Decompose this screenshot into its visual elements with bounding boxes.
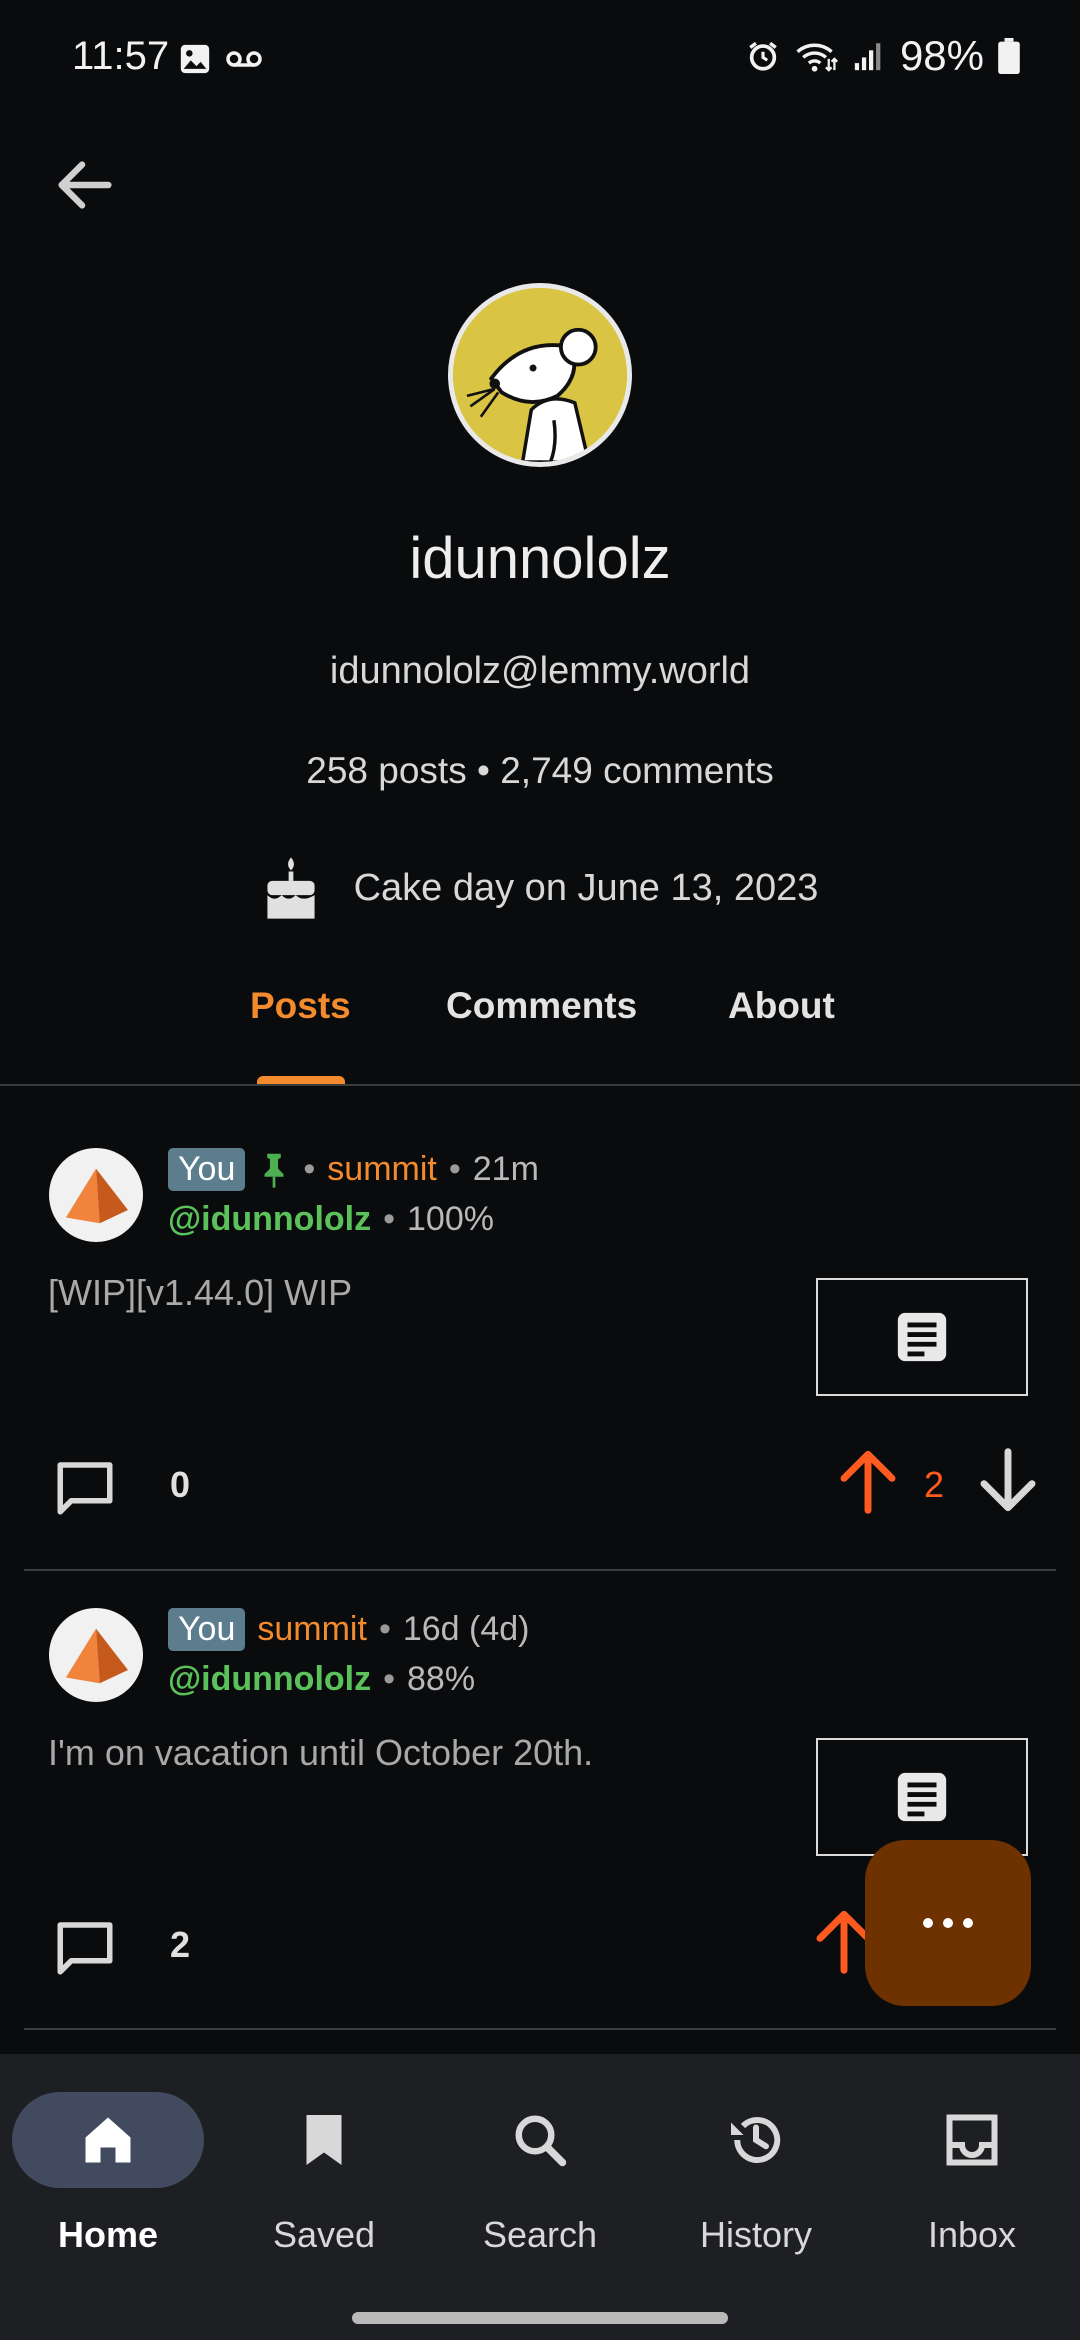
wifi-icon	[796, 43, 838, 72]
post-author-line: @idunnololz • 88%	[168, 1660, 476, 1699]
status-right: 98%	[746, 32, 1020, 80]
post-title[interactable]: I'm on vacation until October 20th.	[48, 1732, 593, 1774]
upvote-ratio: 100%	[407, 1200, 494, 1238]
avatar[interactable]	[448, 283, 632, 467]
nav-inbox[interactable]: Inbox	[864, 2054, 1080, 2274]
post-card[interactable]: You • summit • 21m @idunnololz • 100% [W…	[0, 1086, 1080, 1570]
cake-icon	[267, 857, 315, 919]
nav-history[interactable]: History	[648, 2054, 864, 2274]
upvote-icon[interactable]	[836, 1446, 900, 1516]
downvote-icon[interactable]	[976, 1446, 1040, 1516]
text-post-icon	[897, 1772, 947, 1822]
nav-label: Saved	[272, 2214, 376, 2255]
pyramid-icon	[65, 1168, 128, 1224]
post-age: 21m	[472, 1150, 539, 1188]
comment-icon[interactable]	[52, 1914, 118, 1980]
comment-icon[interactable]	[52, 1454, 118, 1520]
post-score: 2	[924, 1464, 945, 1505]
tab-about[interactable]: About	[728, 985, 835, 1027]
nav-label: History	[699, 2214, 812, 2255]
battery-percent: 98%	[899, 32, 984, 79]
voicemail-icon	[226, 51, 262, 67]
cake-day-row: Cake day on June 13, 2023	[0, 855, 1080, 921]
more-horizontal-icon	[923, 1918, 973, 1928]
nav-label: Search	[482, 2214, 598, 2255]
back-arrow-icon[interactable]	[50, 150, 120, 220]
tab-comments[interactable]: Comments	[446, 985, 637, 1027]
upvote-ratio: 88%	[407, 1660, 476, 1698]
battery-icon	[998, 38, 1020, 74]
gesture-home-indicator[interactable]	[352, 2312, 728, 2324]
nav-saved[interactable]: Saved	[216, 2054, 432, 2274]
author-name[interactable]: @idunnololz	[168, 1200, 371, 1239]
community-avatar[interactable]	[49, 1148, 143, 1242]
post-meta-line: You summit • 16d (4d)	[168, 1608, 529, 1651]
tab-posts[interactable]: Posts	[250, 985, 351, 1027]
post-title[interactable]: [WIP][v1.44.0] WIP	[48, 1272, 352, 1314]
bookmark-icon	[306, 2115, 342, 2165]
nav-search[interactable]: Search	[432, 2054, 648, 2274]
text-post-icon	[897, 1312, 947, 1362]
image-notification-icon	[180, 44, 210, 74]
post-thumbnail[interactable]	[816, 1278, 1028, 1396]
community-name[interactable]: summit	[257, 1610, 367, 1649]
cake-day-text: Cake day on June 13, 2023	[353, 866, 819, 909]
pin-icon	[264, 1153, 284, 1188]
post-age: 16d (4d)	[402, 1610, 530, 1648]
inbox-icon	[946, 2114, 998, 2166]
post-author-line: @idunnololz • 100%	[168, 1200, 494, 1239]
bottom-navigation: Home Saved Search History Inbox	[0, 2054, 1080, 2340]
profile-tabs: Posts Comments About	[0, 985, 1080, 1085]
profile-display-name: idunnololz	[409, 526, 671, 591]
signal-icon	[854, 43, 881, 71]
post-meta-line: You • summit • 21m	[168, 1148, 539, 1191]
nav-label: Inbox	[927, 2214, 1017, 2255]
comment-count: 2	[170, 1924, 191, 1965]
comment-count: 0	[170, 1464, 191, 1505]
mouse-avatar-icon	[453, 288, 627, 462]
you-badge: You	[168, 1148, 246, 1191]
you-badge: You	[168, 1608, 246, 1651]
pyramid-icon	[65, 1628, 128, 1684]
community-avatar[interactable]	[49, 1608, 143, 1702]
home-icon	[85, 2117, 131, 2163]
post-divider	[24, 2028, 1056, 2030]
profile-handle: idunnololz@lemmy.world	[329, 650, 751, 692]
post-thumbnail[interactable]	[816, 1738, 1028, 1856]
profile-stats: 258 posts • 2,749 comments	[306, 750, 774, 791]
more-actions-fab[interactable]	[865, 1840, 1031, 2006]
author-name[interactable]: @idunnololz	[168, 1660, 371, 1699]
alarm-icon	[749, 41, 777, 71]
nav-home[interactable]: Home	[0, 2054, 216, 2274]
nav-label: Home	[57, 2214, 159, 2255]
history-icon	[731, 2117, 781, 2163]
search-icon	[515, 2115, 567, 2167]
status-time: 11:57	[72, 34, 170, 78]
community-name[interactable]: summit	[327, 1150, 437, 1189]
